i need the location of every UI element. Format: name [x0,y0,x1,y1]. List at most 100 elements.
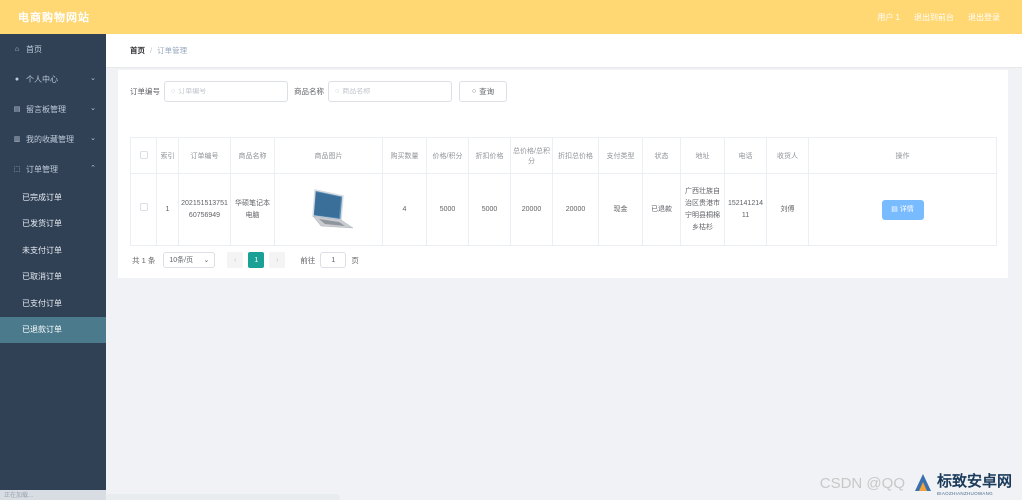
goto-label: 前往 [300,255,316,265]
column-header: 状态 [642,137,681,174]
discount-price-cell: 5000 [468,173,511,246]
quantity-cell: 4 [382,173,427,246]
row-select-cell[interactable] [130,173,157,246]
column-header: 商品图片 [274,137,383,174]
sidebar-item-unpaid-orders[interactable]: 未支付订单 [0,237,106,264]
site-brand: 电商购物网站 [18,12,90,24]
front-link[interactable]: 退出到前台 [914,12,954,23]
page-size-value: 10条/页 [169,257,194,264]
sidebar-item-label: 我的收藏管理 [26,134,74,144]
row-checkbox[interactable] [139,203,148,211]
sidebar-item-label: 首页 [26,44,42,54]
chevron-down-icon: ⌄ [90,105,96,112]
page-size-select[interactable]: 10条/页 ⌄ [163,252,216,268]
column-header: 索引 [156,137,179,174]
search-icon: ○ [335,88,340,95]
order-no-field[interactable]: ○ [164,81,288,102]
sidebar-item-shipped-orders[interactable]: 已发货订单 [0,211,106,238]
table-header-row: 索引 订单编号 商品名称 商品图片 购买数量 价格/积分 折扣价格 总价格/总积… [130,137,997,174]
pay-type-cell: 现金 [598,173,643,246]
next-page-button[interactable]: › [269,252,286,268]
breadcrumb: 首页 / 订单管理 [106,34,1022,68]
prev-page-button[interactable]: ‹ [227,252,244,268]
site-watermark-title: 标致安卓网 [936,473,1012,490]
product-image-cell [274,173,383,246]
status-text: 正在加载... [4,493,34,499]
sidebar-item-label: 个人中心 [26,74,58,84]
column-header: 订单编号 [178,137,231,174]
home-icon: ⌂ [14,45,20,53]
query-button[interactable]: ○ 查询 [459,81,507,102]
message-icon: ▤ [13,106,21,113]
order-no-label: 订单编号 [130,87,160,96]
status-cell: 已退款 [642,173,681,246]
column-header: 商品名称 [230,137,275,174]
watermark: CSDN @QQ 标致安卓网 BIAOZHIANZHUOWANG [820,470,1012,496]
search-icon: ○ [471,88,477,95]
product-name-label: 商品名称 [294,87,324,96]
chevron-down-icon: ⌄ [203,257,210,264]
page-number-button[interactable]: 1 [248,252,265,268]
detail-button-label: 详情 [899,205,914,213]
column-header: 收货人 [766,137,809,174]
breadcrumb-separator: / [150,46,153,55]
horizontal-scrollbar[interactable] [106,494,340,500]
index-cell: 1 [156,173,179,246]
sidebar-item-refunded-orders[interactable]: 已退款订单 [0,316,106,343]
column-header: 折扣价格 [468,137,511,174]
column-header: 支付类型 [598,137,643,174]
query-button-label: 查询 [479,87,495,96]
site-logo-icon [914,474,931,491]
receiver-cell: 刘傅 [766,173,809,246]
status-bar: 正在加载... [0,490,106,500]
sidebar-item-label: 订单管理 [26,164,58,174]
table-row: 1 20215151375160756949 华硕笔记本电脑 4 5000 50… [130,173,997,246]
column-header: 操作 [808,137,997,174]
order-panel: 订单编号 ○ 商品名称 ○ ○ 查询 索引 订单编号 商品名称 [118,70,1008,278]
sidebar-item-profile[interactable]: ● 个人中心 ⌄ [0,64,106,94]
chevron-down-icon: ⌄ [90,135,96,142]
action-cell: ▤ 详情 [808,173,997,246]
select-all-cell[interactable] [130,137,157,174]
chevron-up-icon: ⌃ [90,165,96,172]
sidebar-item-messages[interactable]: ▤ 留言板管理 ⌄ [0,94,106,124]
price-cell: 5000 [426,173,469,246]
sidebar-item-orders[interactable]: ⬚ 订单管理 ⌃ [0,154,106,184]
user-link[interactable]: 用户 1 [877,12,900,23]
discount-total-cell: 20000 [552,173,599,246]
total-price-cell: 20000 [510,173,553,246]
sidebar-item-label: 留言板管理 [26,104,66,114]
sidebar-item-paid-orders[interactable]: 已支付订单 [0,290,106,317]
search-icon: ○ [171,88,176,95]
top-nav: 用户 1 退出到前台 退出登录 [877,12,1022,23]
order-no-input[interactable] [178,88,279,95]
laptop-product-image [311,188,354,228]
pagination: 共 1 条 10条/页 ⌄ ‹ 1 › 前往 1 页 [132,252,359,268]
logout-link[interactable]: 退出登录 [968,12,1000,23]
total-count: 共 1 条 [132,255,156,265]
breadcrumb-current: 订单管理 [157,46,188,55]
sidebar-item-home[interactable]: ⌂ 首页 [0,34,106,64]
phone-cell: 15214121411 [724,173,767,246]
breadcrumb-home[interactable]: 首页 [130,45,145,56]
order-table: 索引 订单编号 商品名称 商品图片 购买数量 价格/积分 折扣价格 总价格/总积… [130,137,997,246]
csdn-watermark: CSDN @QQ [819,474,905,492]
sidebar-item-cancelled-orders[interactable]: 已取消订单 [0,264,106,291]
detail-button[interactable]: ▤ 详情 [881,199,924,220]
column-header: 电话 [724,137,767,174]
product-name-input[interactable] [342,88,443,95]
column-header: 价格/积分 [426,137,469,174]
search-form: 订单编号 ○ 商品名称 ○ ○ 查询 [130,81,507,102]
document-icon: ▤ [891,205,898,213]
select-all-checkbox[interactable] [139,150,148,159]
sidebar-item-favorites[interactable]: ▥ 我的收藏管理 ⌄ [0,124,106,154]
sidebar-item-completed-orders[interactable]: 已完成订单 [0,184,106,211]
user-icon: ● [14,75,20,83]
top-header: 电商购物网站 用户 1 退出到前台 退出登录 [0,0,1022,34]
sidebar: ⌂ 首页 ● 个人中心 ⌄ ▤ 留言板管理 ⌄ ▥ 我的收藏管理 ⌄ ⬚ 订单管… [0,34,106,500]
chevron-down-icon: ⌄ [90,75,96,82]
order-no-cell: 20215151375160756949 [178,173,231,246]
product-name-field[interactable]: ○ [328,81,452,102]
goto-page-input[interactable]: 1 [320,252,347,268]
address-cell: 广西壮族自治区贵港市宁明县桐棉乡枯杉 [680,173,725,246]
